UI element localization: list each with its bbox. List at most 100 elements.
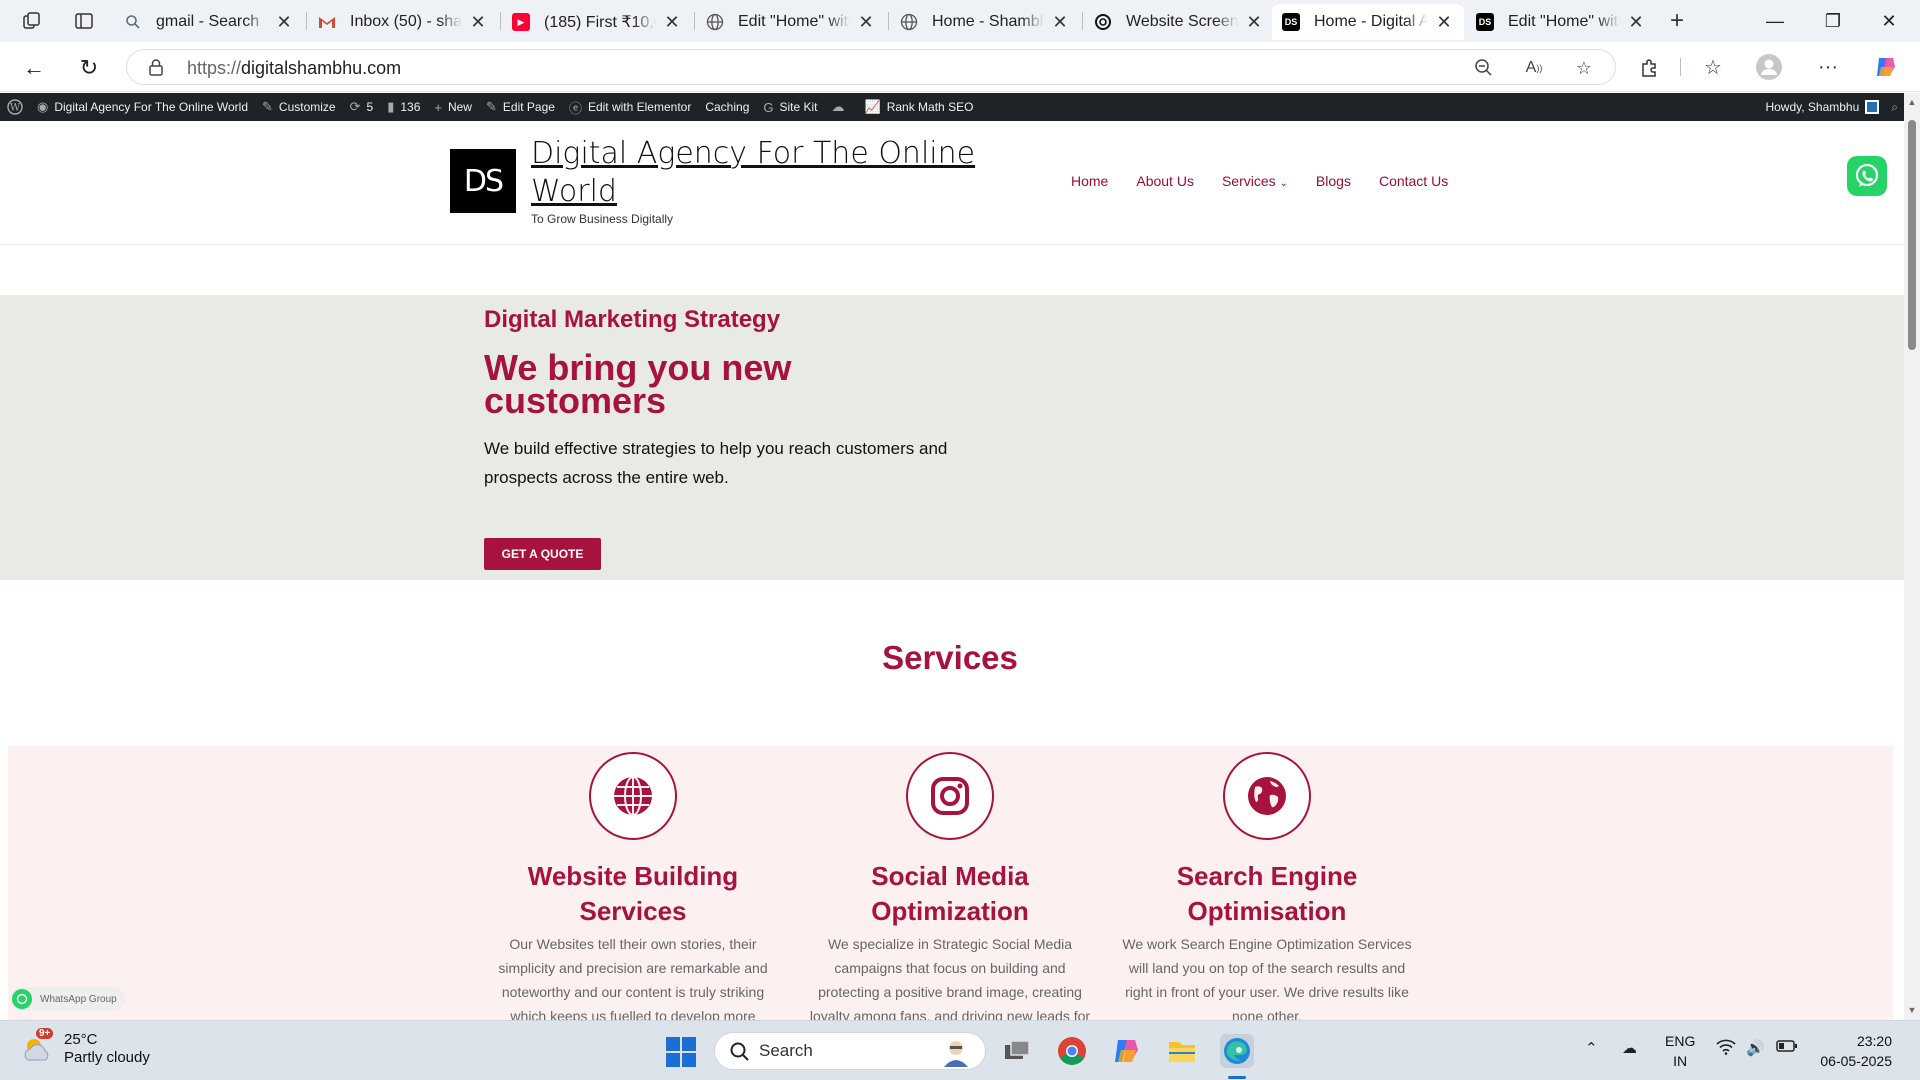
tab-gmail-inbox[interactable]: Inbox (50) - shambhu ✕ bbox=[308, 4, 498, 40]
updates-icon: ⟳ bbox=[349, 99, 361, 114]
extensions-icon[interactable] bbox=[1636, 53, 1664, 81]
wp-site-name[interactable]: ◉ Digital Agency For The Online World bbox=[30, 93, 255, 121]
scrollbar-thumb[interactable] bbox=[1908, 120, 1916, 350]
wifi-icon[interactable] bbox=[1716, 1039, 1736, 1059]
windows-start-icon[interactable] bbox=[666, 1037, 696, 1067]
main-navigation: Home About Us Services ⌄ Blogs Contact U… bbox=[1071, 173, 1448, 189]
close-tab-icon[interactable]: ✕ bbox=[856, 12, 876, 33]
address-bar-row: ← ↻ https://digitalshambhu.com A)) ☆ ☆ ·… bbox=[0, 42, 1920, 92]
tab-actions-icon[interactable] bbox=[72, 9, 96, 33]
profile-avatar-icon[interactable] bbox=[1755, 53, 1783, 81]
wp-item-label: New bbox=[447, 100, 472, 114]
more-options-icon[interactable]: ··· bbox=[1814, 53, 1842, 81]
whatsapp-icon[interactable] bbox=[1847, 156, 1887, 196]
pencil-icon: ✎ bbox=[485, 99, 497, 114]
restore-icon[interactable]: ❐ bbox=[1810, 6, 1856, 36]
tab-separator bbox=[694, 12, 695, 30]
tab-title: Edit "Home" with bbox=[1508, 13, 1620, 30]
wp-customize[interactable]: ✎ Customize bbox=[255, 93, 343, 121]
tab-home-digital-agency[interactable]: DS Home - Digital Agency ✕ bbox=[1272, 4, 1464, 40]
tray-overflow-icon[interactable]: ⌃ bbox=[1585, 1039, 1598, 1057]
ds-favicon-icon: DS bbox=[1476, 13, 1494, 31]
tab-title: Website Screenshot bbox=[1126, 13, 1238, 30]
dashboard-icon: ◉ bbox=[37, 99, 49, 114]
wp-cloud-tool[interactable]: ☁ bbox=[825, 93, 858, 121]
tab-website-screenshot[interactable]: Website Screenshot ✕ bbox=[1084, 4, 1274, 40]
site-title[interactable]: Digital Agency For The Online World bbox=[531, 135, 1011, 211]
wp-comments[interactable]: ▮ 136 bbox=[380, 93, 427, 121]
whatsapp-group-label: WhatsApp Group bbox=[40, 993, 117, 1005]
file-explorer-icon[interactable] bbox=[1165, 1034, 1199, 1068]
weather-widget[interactable]: 9+ 25°C Partly cloudy bbox=[20, 1028, 150, 1067]
wp-edit-page[interactable]: ✎ Edit Page bbox=[479, 93, 562, 121]
wp-caching[interactable]: Caching bbox=[698, 93, 756, 121]
openai-favicon-icon bbox=[1094, 13, 1112, 31]
close-tab-icon[interactable]: ✕ bbox=[274, 12, 294, 33]
wp-site-kit[interactable]: G Site Kit bbox=[756, 93, 824, 121]
refresh-icon[interactable]: ↻ bbox=[75, 54, 103, 82]
nav-home[interactable]: Home bbox=[1071, 173, 1108, 189]
battery-icon[interactable] bbox=[1776, 1039, 1798, 1057]
wp-rank-math[interactable]: 📈 Rank Math SEO bbox=[858, 93, 981, 121]
wp-new[interactable]: + New bbox=[427, 93, 479, 121]
onedrive-icon[interactable]: ☁ bbox=[1622, 1039, 1637, 1057]
tab-title: Home - Shambhu bbox=[932, 13, 1044, 30]
comment-icon: ▮ bbox=[387, 99, 395, 114]
tab-edit-home-elementor[interactable]: Edit "Home" with ✕ bbox=[696, 4, 886, 40]
service-description: Our Websites tell their own stories, the… bbox=[498, 936, 768, 1020]
chrome-icon[interactable] bbox=[1055, 1034, 1089, 1068]
close-window-icon[interactable]: ✕ bbox=[1866, 6, 1912, 36]
copilot-app-icon[interactable] bbox=[1110, 1034, 1144, 1068]
site-header: DS Digital Agency For The Online World T… bbox=[0, 121, 1904, 245]
lock-icon[interactable] bbox=[147, 58, 165, 76]
partly-cloudy-icon: 9+ bbox=[20, 1028, 54, 1066]
nav-contact-us[interactable]: Contact Us bbox=[1379, 173, 1448, 189]
workspaces-icon[interactable] bbox=[20, 9, 44, 33]
task-view-icon[interactable] bbox=[1000, 1034, 1034, 1068]
site-logo[interactable]: DS bbox=[450, 149, 516, 213]
search-icon[interactable]: ⌕ bbox=[1891, 100, 1898, 115]
wp-updates[interactable]: ⟳ 5 bbox=[343, 93, 381, 121]
whatsapp-group-button[interactable]: WhatsApp Group bbox=[10, 987, 125, 1011]
nav-about-us[interactable]: About Us bbox=[1136, 173, 1194, 189]
nav-services[interactable]: Services ⌄ bbox=[1222, 173, 1288, 189]
scroll-down-icon[interactable]: ▼ bbox=[1907, 1005, 1917, 1015]
get-a-quote-button[interactable]: GET A QUOTE bbox=[484, 538, 601, 570]
close-tab-icon[interactable]: ✕ bbox=[662, 12, 682, 33]
input-language[interactable]: ENG IN bbox=[1665, 1031, 1695, 1071]
zoom-out-icon[interactable] bbox=[1473, 57, 1495, 79]
url-text[interactable]: https://digitalshambhu.com bbox=[187, 58, 401, 79]
wp-edit-with-elementor[interactable]: ⓔ Edit with Elementor bbox=[562, 93, 698, 121]
close-tab-icon[interactable]: ✕ bbox=[1626, 12, 1646, 33]
wp-logo-icon[interactable]: W bbox=[0, 93, 30, 121]
new-tab-icon[interactable]: + bbox=[1665, 7, 1689, 34]
nav-blogs[interactable]: Blogs bbox=[1316, 173, 1351, 189]
volume-icon[interactable]: 🔊 bbox=[1746, 1039, 1765, 1057]
page-scrollbar[interactable]: ▲ ▼ bbox=[1904, 93, 1920, 1020]
weather-badge: 9+ bbox=[36, 1028, 54, 1039]
edge-icon[interactable] bbox=[1220, 1034, 1254, 1068]
close-tab-icon[interactable]: ✕ bbox=[1434, 12, 1454, 33]
globe-favicon-icon bbox=[900, 13, 918, 31]
wp-item-label: Customize bbox=[278, 100, 336, 114]
tab-edit-home-elementor-2[interactable]: DS Edit "Home" with ✕ bbox=[1466, 4, 1656, 40]
back-icon[interactable]: ← bbox=[20, 54, 48, 82]
copilot-icon[interactable] bbox=[1872, 53, 1900, 81]
close-tab-icon[interactable]: ✕ bbox=[468, 12, 488, 33]
language-code: ENG bbox=[1665, 1033, 1696, 1049]
read-aloud-icon[interactable]: A)) bbox=[1523, 57, 1545, 79]
system-clock[interactable]: 23:20 06-05-2025 bbox=[1820, 1031, 1892, 1071]
tab-gmail-search[interactable]: gmail - Search ✕ bbox=[114, 4, 304, 40]
favorites-icon[interactable]: ☆ bbox=[1699, 53, 1727, 81]
address-bar[interactable]: https://digitalshambhu.com A)) ☆ bbox=[126, 49, 1616, 85]
wp-account[interactable]: Howdy, Shambhu ⌕ bbox=[1765, 93, 1904, 121]
minimize-icon[interactable]: — bbox=[1752, 6, 1798, 36]
close-tab-icon[interactable]: ✕ bbox=[1244, 12, 1264, 33]
tab-youtube[interactable]: ▶ (185) First ₹10,000 ✕ bbox=[502, 4, 692, 40]
favorite-star-icon[interactable]: ☆ bbox=[1573, 57, 1595, 79]
taskbar-search[interactable]: Search bbox=[714, 1032, 986, 1070]
tab-home-shambhu[interactable]: Home - Shambhu ✕ bbox=[890, 4, 1080, 40]
wp-item-label: Rank Math SEO bbox=[886, 100, 974, 114]
scroll-up-icon[interactable]: ▲ bbox=[1907, 97, 1917, 107]
close-tab-icon[interactable]: ✕ bbox=[1050, 12, 1070, 33]
